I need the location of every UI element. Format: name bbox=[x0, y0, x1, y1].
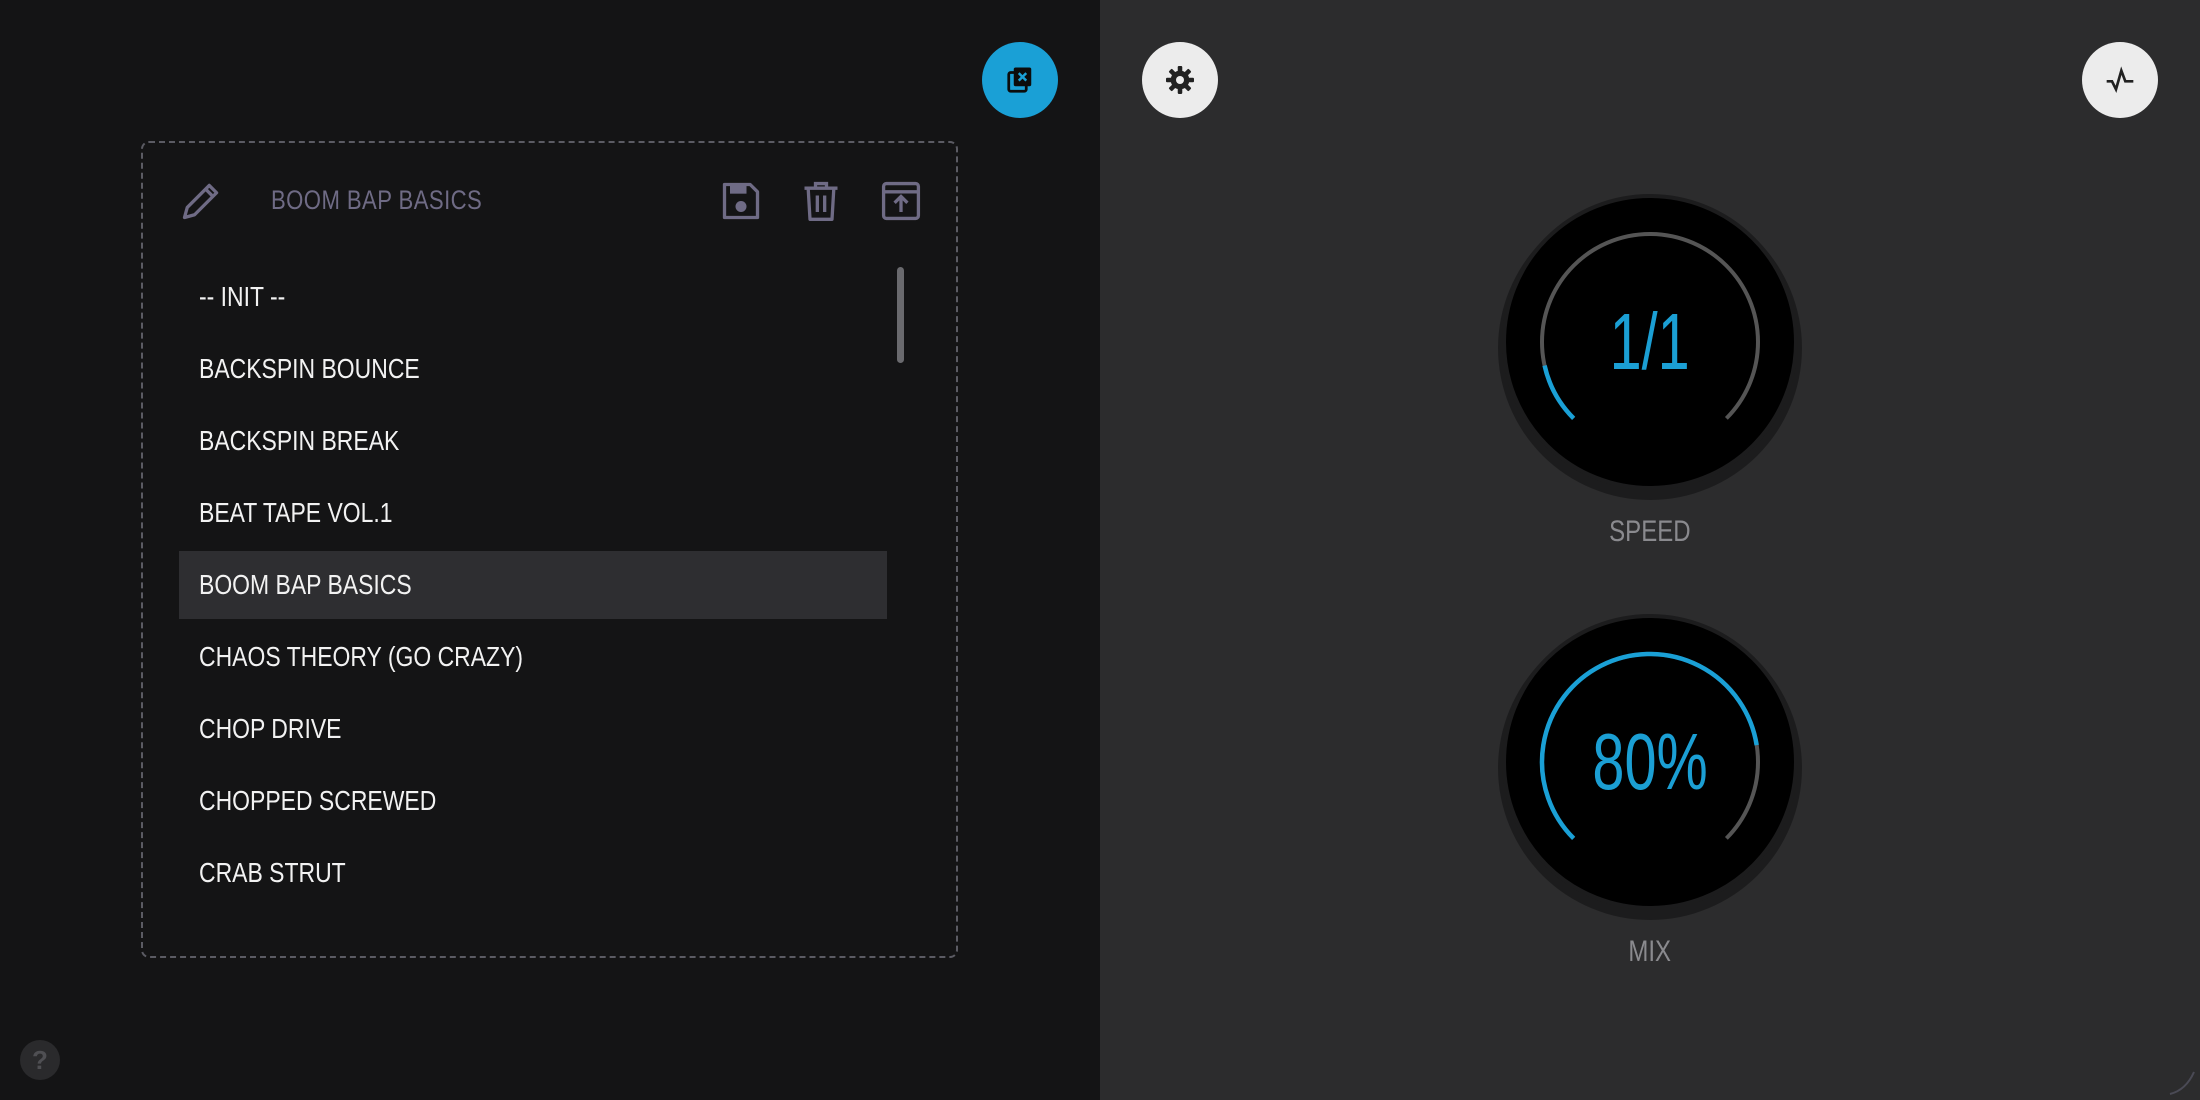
help-button[interactable]: ? bbox=[20, 1040, 60, 1080]
speed-value: 1/1 bbox=[1609, 297, 1691, 386]
settings-button[interactable] bbox=[1142, 42, 1218, 118]
mix-label: MIX bbox=[1628, 935, 1672, 968]
preset-list-item-label: CHOP DRIVE bbox=[199, 713, 342, 744]
preset-list-item-label: CHOPPED SCREWED bbox=[199, 785, 437, 816]
preset-list-item-label: CHAOS THEORY (GO CRAZY) bbox=[199, 641, 524, 672]
activity-button[interactable] bbox=[2082, 42, 2158, 118]
gear-icon bbox=[1166, 66, 1194, 94]
preset-list-item[interactable]: BACKSPIN BREAK bbox=[179, 407, 887, 475]
close-library-icon bbox=[1007, 67, 1032, 93]
pencil-icon[interactable] bbox=[179, 179, 223, 223]
waveform-pulse-icon bbox=[2106, 66, 2134, 93]
preset-list-item-label: BOOM BAP BASICS bbox=[199, 569, 412, 600]
preset-list-scrollbar[interactable] bbox=[897, 267, 904, 363]
preset-list-item[interactable]: CRAB STRUT bbox=[179, 839, 887, 907]
preset-list[interactable]: -- INIT -- BACKSPIN BOUNCE BACKSPIN BREAK B… bbox=[179, 263, 887, 923]
speed-label: SPEED bbox=[1609, 515, 1691, 548]
preset-panel-header: BOOM BAP BASICS bbox=[143, 143, 956, 263]
preset-list-item-label: -- INIT -- bbox=[199, 281, 286, 312]
preset-list-item[interactable]: CHOPPED SCREWED bbox=[179, 767, 887, 835]
speed-knob[interactable]: 1/1 bbox=[1498, 192, 1802, 500]
close-presets-button[interactable] bbox=[982, 42, 1058, 118]
trash-icon[interactable] bbox=[799, 179, 843, 223]
floppy-disk-icon[interactable] bbox=[719, 179, 763, 223]
preset-list-item[interactable]: BACKSPIN BOUNCE bbox=[179, 335, 887, 403]
preset-list-item[interactable]: BEAT TAPE VOL.1 bbox=[179, 479, 887, 547]
preset-list-item[interactable]: CHOP DRIVE bbox=[179, 695, 887, 763]
preset-list-item[interactable]: BOOM BAP BASICS bbox=[179, 551, 887, 619]
preset-panel: BOOM BAP BASICS -- INIT -- BACKSPIN BOUNC… bbox=[141, 141, 958, 958]
upload-icon[interactable] bbox=[879, 179, 923, 223]
mix-knob[interactable]: 80% bbox=[1498, 612, 1802, 920]
preset-list-item-label: CRAB STRUT bbox=[199, 857, 346, 888]
resize-handle-icon[interactable] bbox=[2166, 1066, 2196, 1096]
preset-list-item-label: BACKSPIN BREAK bbox=[199, 425, 400, 456]
mix-value: 80% bbox=[1592, 717, 1708, 806]
preset-list-item[interactable]: -- INIT -- bbox=[179, 263, 887, 331]
current-preset-name[interactable]: BOOM BAP BASICS bbox=[271, 185, 482, 216]
preset-list-item[interactable]: CHAOS THEORY (GO CRAZY) bbox=[179, 623, 887, 691]
preset-list-item-label: BEAT TAPE VOL.1 bbox=[199, 497, 393, 528]
preset-list-item-label: BACKSPIN BOUNCE bbox=[199, 353, 420, 384]
